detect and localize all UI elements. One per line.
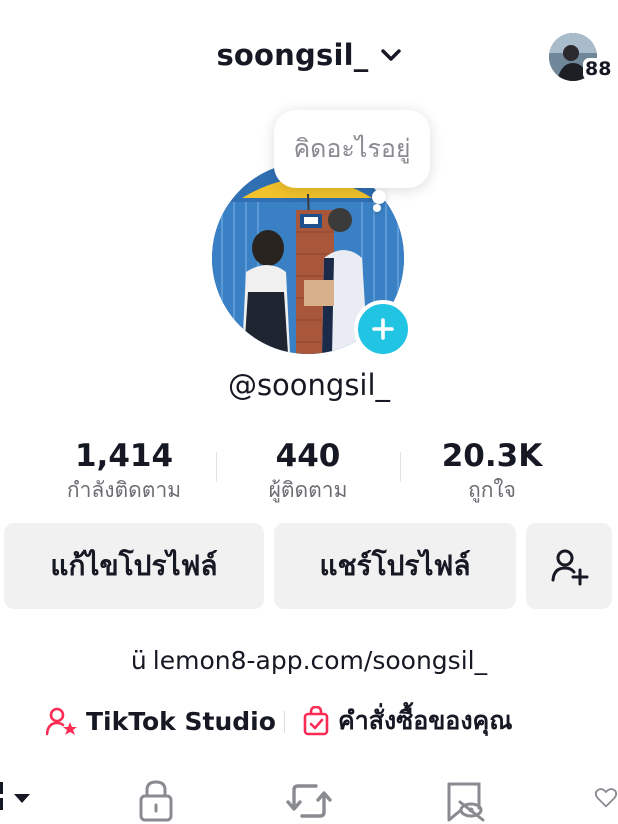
- lock-icon: [139, 780, 173, 822]
- tab-liked[interactable]: [594, 778, 618, 824]
- following-stat[interactable]: 1,414 กำลังติดตาม: [24, 436, 224, 504]
- add-user-icon: [551, 549, 589, 586]
- likes-label: ถูกใจ: [468, 478, 516, 502]
- add-story-button[interactable]: [354, 300, 412, 358]
- bubble-tail-small: [373, 204, 381, 212]
- note-text: คิดอะไรอยู่: [293, 134, 411, 163]
- lemon8-icon: ü: [130, 646, 147, 675]
- account-switcher[interactable]: soongsil_: [0, 38, 618, 72]
- heart-icon: [594, 788, 618, 808]
- grid-icon: [0, 782, 30, 810]
- tab-videos[interactable]: [0, 778, 40, 824]
- following-label: กำลังติดตาม: [66, 478, 182, 502]
- shopping-bag-icon: [303, 706, 329, 736]
- tiktok-studio-shortcut[interactable]: TikTok Studio: [46, 703, 276, 739]
- orders-shortcut[interactable]: คำสั่งซื้อของคุณ: [302, 703, 512, 739]
- followers-count: 440: [275, 438, 341, 474]
- add-friend-button[interactable]: [526, 523, 612, 609]
- followers-stat[interactable]: 440 ผู้ติดตาม: [208, 436, 408, 504]
- website-url: lemon8-app.com/soongsil_: [152, 646, 488, 675]
- following-count: 1,414: [74, 438, 174, 474]
- chevron-down-icon: [380, 49, 401, 61]
- username-title: soongsil_: [216, 38, 369, 72]
- edit-profile-label: แก้ไขโปรไฟล์: [50, 549, 218, 582]
- tab-saved[interactable]: [442, 778, 488, 824]
- tab-reposts[interactable]: [284, 778, 334, 824]
- edit-profile-button[interactable]: แก้ไขโปรไฟล์: [4, 523, 264, 609]
- shortcut-divider: [284, 711, 285, 733]
- shortcut-row: TikTok Studio คำสั่งซื้อของคุณ: [0, 703, 618, 739]
- note-bubble[interactable]: คิดอะไรอยู่: [274, 110, 430, 188]
- share-profile-label: แชร์โปรไฟล์: [319, 549, 471, 582]
- likes-count: 20.3K: [441, 438, 543, 474]
- website-link[interactable]: ü lemon8-app.com/soongsil_: [0, 646, 618, 675]
- likes-stat[interactable]: 20.3K ถูกใจ: [392, 436, 592, 504]
- hidden-bookmark-icon: [447, 782, 485, 822]
- tab-private[interactable]: [134, 778, 178, 824]
- creator-star-icon: [46, 707, 77, 736]
- bubble-tail-large: [372, 190, 386, 204]
- notification-count: 88: [583, 58, 614, 80]
- orders-label: คำสั่งซื้อของคุณ: [338, 706, 513, 735]
- share-profile-button[interactable]: แชร์โปรไฟล์: [274, 523, 516, 609]
- repost-icon: [286, 784, 332, 818]
- plus-icon: [372, 318, 394, 340]
- profile-handle: @soongsil_: [227, 368, 391, 402]
- tiktok-studio-label: TikTok Studio: [86, 706, 276, 736]
- followers-label: ผู้ติดตาม: [268, 478, 348, 502]
